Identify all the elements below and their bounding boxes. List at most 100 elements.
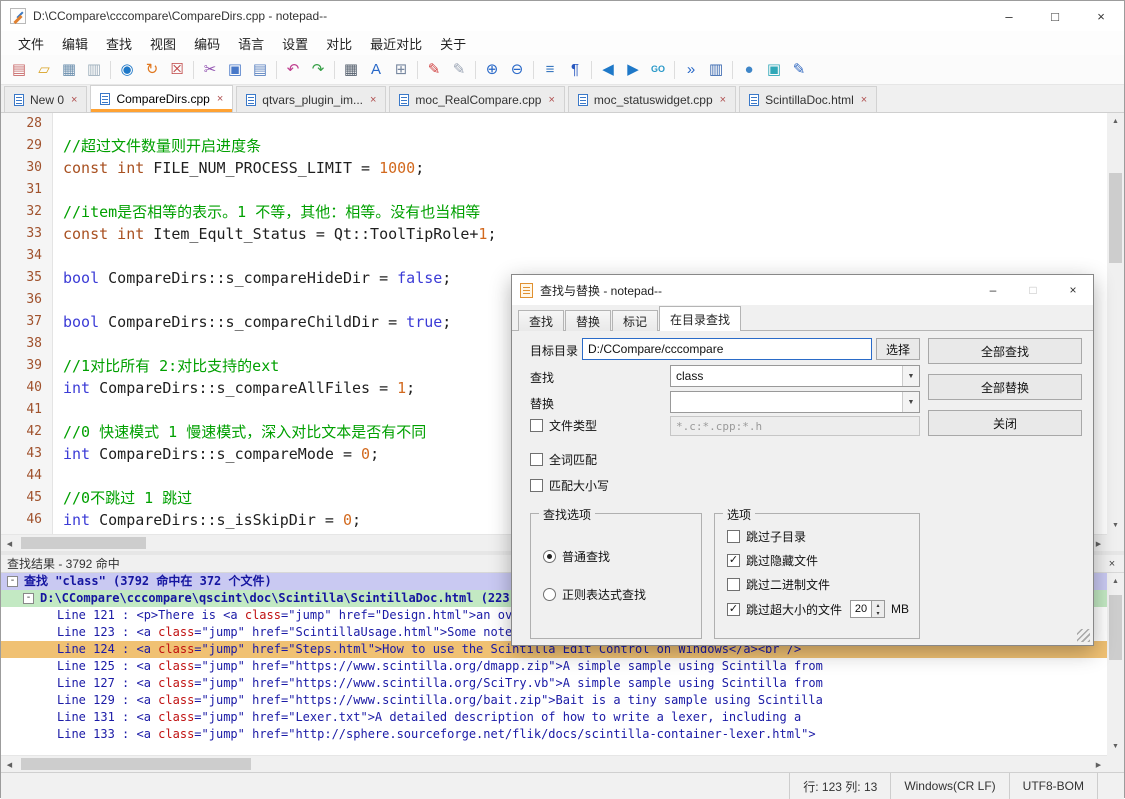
results-hscrollbar[interactable]: ◀ ▶ — [1, 755, 1107, 772]
result-row-9[interactable]: Line 133 : <a class="jump" href="http://… — [1, 726, 1107, 743]
print-button[interactable]: ▦ — [339, 58, 363, 82]
editor-hscroll-thumb[interactable] — [21, 537, 146, 549]
dialog-tab-0[interactable]: 查找 — [518, 310, 564, 331]
close-dialog-button[interactable]: 关闭 — [928, 410, 1082, 436]
edit-button[interactable]: ✎ — [787, 58, 811, 82]
replace-input[interactable] — [671, 392, 902, 412]
tab-4[interactable]: moc_statuswidget.cpp× — [568, 86, 736, 112]
filetype-checkbox[interactable]: 文件类型 — [530, 417, 597, 434]
menu-item-7[interactable]: 对比 — [317, 31, 361, 56]
zoom-out-button[interactable]: ⊖ — [505, 58, 529, 82]
result-row-7[interactable]: Line 129 : <a class="jump" href="https:/… — [1, 692, 1107, 709]
tab-close-icon[interactable]: × — [720, 94, 726, 106]
dialog-maximize-button[interactable]: □ — [1013, 275, 1053, 305]
scroll-down-icon[interactable]: ▼ — [1107, 517, 1124, 534]
notebook-button[interactable]: ▥ — [704, 58, 728, 82]
dialog-titlebar[interactable]: 查找与替换 - notepad-- –□× — [512, 275, 1093, 305]
scroll-up-icon[interactable]: ▲ — [1107, 113, 1124, 130]
globe-button[interactable]: ● — [737, 58, 761, 82]
menu-item-9[interactable]: 关于 — [431, 31, 475, 56]
menu-item-0[interactable]: 文件 — [9, 31, 53, 56]
find-combobox[interactable]: ▼ — [670, 365, 920, 387]
new-file-button[interactable]: ▤ — [7, 58, 31, 82]
checkbox-option-2[interactable]: 跳过二进制文件 — [727, 576, 830, 593]
find-in-files-button[interactable]: A — [364, 58, 388, 82]
redo-button[interactable]: ↷ — [306, 58, 330, 82]
grid-button[interactable]: ⊞ — [389, 58, 413, 82]
zoom-in-button[interactable]: ⊕ — [480, 58, 504, 82]
results-close-icon[interactable]: × — [1104, 558, 1120, 570]
scroll-right-icon[interactable]: ▶ — [1090, 756, 1107, 773]
browse-button[interactable]: 选择 — [876, 338, 920, 360]
save-button[interactable]: ▦ — [57, 58, 81, 82]
target-dir-input[interactable] — [582, 338, 872, 360]
menu-item-3[interactable]: 视图 — [141, 31, 185, 56]
tab-close-icon[interactable]: × — [370, 94, 376, 106]
word-wrap-button[interactable]: ≡ — [538, 58, 562, 82]
tab-1[interactable]: CompareDirs.cpp× — [90, 85, 233, 112]
menu-item-8[interactable]: 最近对比 — [361, 31, 431, 56]
titlebar[interactable]: D:\CCompare\cccompare\CompareDirs.cpp - … — [1, 1, 1124, 31]
close-file-button[interactable]: ☒ — [165, 58, 189, 82]
chevron-down-icon[interactable]: ▼ — [902, 366, 919, 386]
collapse-expander-icon[interactable]: - — [23, 593, 34, 604]
chevron-down-icon[interactable]: ▼ — [902, 392, 919, 412]
encoding-button[interactable]: ◉ — [115, 58, 139, 82]
code-line[interactable]: 34 — [1, 245, 1107, 267]
checkbox-option-3[interactable]: ✓跳过超大小的文件20▴▾MB — [727, 600, 909, 618]
cut-button[interactable]: ✂ — [198, 58, 222, 82]
mark-clear-button[interactable]: ✎ — [447, 58, 471, 82]
replace-combobox[interactable]: ▼ — [670, 391, 920, 413]
menu-item-2[interactable]: 查找 — [97, 31, 141, 56]
tab-close-icon[interactable]: × — [548, 94, 554, 106]
undo-button[interactable]: ↶ — [281, 58, 305, 82]
scroll-down-icon[interactable]: ▼ — [1107, 738, 1124, 755]
show-symbols-button[interactable]: ¶ — [563, 58, 587, 82]
save-all-button[interactable]: ▥ — [82, 58, 106, 82]
scroll-up-icon[interactable]: ▲ — [1107, 573, 1124, 590]
dialog-tab-1[interactable]: 替换 — [565, 310, 611, 331]
editor-vscrollbar[interactable]: ▲ ▼ — [1107, 113, 1124, 534]
close-button[interactable]: × — [1078, 1, 1124, 31]
locate-button[interactable]: » — [679, 58, 703, 82]
tab-2[interactable]: qtvars_plugin_im...× — [236, 86, 386, 112]
reload-button[interactable]: ↻ — [140, 58, 164, 82]
menu-item-6[interactable]: 设置 — [273, 31, 317, 56]
scroll-left-icon[interactable]: ◀ — [1, 756, 18, 773]
results-hscroll-thumb[interactable] — [21, 758, 251, 770]
radio-option-1[interactable]: 正则表达式查找 — [543, 586, 646, 603]
whole-word-checkbox[interactable]: 全词匹配 — [530, 451, 597, 468]
replace-all-button[interactable]: 全部替换 — [928, 374, 1082, 400]
goto-button[interactable]: GO — [646, 58, 670, 82]
spinner-down-icon[interactable]: ▾ — [872, 609, 884, 617]
code-line[interactable]: 31 — [1, 179, 1107, 201]
tab-close-icon[interactable]: × — [71, 94, 77, 106]
checkbox-option-1[interactable]: ✓跳过隐藏文件 — [727, 552, 818, 569]
copy-button[interactable]: ▣ — [223, 58, 247, 82]
paste-button[interactable]: ▤ — [248, 58, 272, 82]
spinner-up-icon[interactable]: ▴ — [872, 601, 884, 609]
tab-3[interactable]: moc_RealCompare.cpp× — [389, 86, 565, 112]
compare-button[interactable]: ▣ — [762, 58, 786, 82]
menu-item-5[interactable]: 语言 — [229, 31, 273, 56]
maximize-button[interactable]: □ — [1032, 1, 1078, 31]
tab-0[interactable]: New 0× — [4, 86, 87, 112]
menu-item-4[interactable]: 编码 — [185, 31, 229, 56]
find-input[interactable] — [671, 366, 902, 386]
max-size-spinner[interactable]: 20▴▾ — [850, 600, 885, 618]
code-line[interactable]: 29//超过文件数量则开启进度条 — [1, 135, 1107, 157]
dialog-tab-2[interactable]: 标记 — [612, 310, 658, 331]
editor-vscroll-thumb[interactable] — [1109, 173, 1122, 263]
checkbox-option-0[interactable]: 跳过子目录 — [727, 528, 806, 545]
collapse-expander-icon[interactable]: - — [7, 576, 18, 587]
match-case-checkbox[interactable]: 匹配大小写 — [530, 477, 609, 494]
next-result-button[interactable]: ▶ — [621, 58, 645, 82]
dialog-close-button[interactable]: × — [1053, 275, 1093, 305]
tab-close-icon[interactable]: × — [217, 93, 223, 105]
result-row-5[interactable]: Line 125 : <a class="jump" href="https:/… — [1, 658, 1107, 675]
mark-red-button[interactable]: ✎ — [422, 58, 446, 82]
tab-5[interactable]: ScintillaDoc.html× — [739, 86, 877, 112]
results-vscroll-thumb[interactable] — [1109, 595, 1122, 660]
results-vscrollbar[interactable]: ▲ ▼ — [1107, 573, 1124, 755]
code-line[interactable]: 33const int Item_Eqult_Status = Qt::Tool… — [1, 223, 1107, 245]
